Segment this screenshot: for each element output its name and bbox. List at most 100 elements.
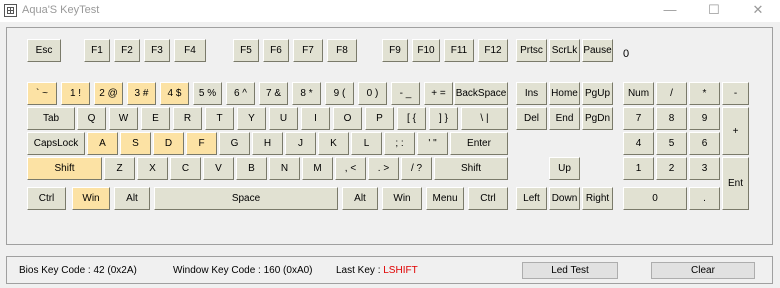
key-7[interactable]: 7 &	[259, 82, 288, 105]
key-num-plus[interactable]: +	[722, 107, 749, 155]
key-lbracket[interactable]: [ {	[397, 107, 426, 130]
key-f2[interactable]: F2	[114, 39, 140, 62]
key-prtsc[interactable]: Prtsc	[516, 39, 547, 62]
key-i[interactable]: I	[301, 107, 330, 130]
key-p[interactable]: P	[365, 107, 394, 130]
led-test-button[interactable]: Led Test	[522, 262, 618, 279]
key-w[interactable]: W	[109, 107, 138, 130]
key-f4[interactable]: F4	[174, 39, 206, 62]
key-2[interactable]: 2 @	[94, 82, 123, 105]
key-q[interactable]: Q	[77, 107, 106, 130]
key-capslock[interactable]: CapsLock	[27, 132, 85, 155]
key-rctrl[interactable]: Ctrl	[468, 187, 508, 210]
key-f8[interactable]: F8	[327, 39, 357, 62]
key-b[interactable]: B	[236, 157, 267, 180]
key-ins[interactable]: Ins	[516, 82, 547, 105]
key-f5[interactable]: F5	[233, 39, 259, 62]
key-quote[interactable]: ' "	[417, 132, 448, 155]
key-num-7[interactable]: 7	[623, 107, 654, 130]
key-g[interactable]: G	[219, 132, 250, 155]
key-t[interactable]: T	[205, 107, 234, 130]
key-num-enter[interactable]: Ent	[722, 157, 749, 210]
key-tab[interactable]: Tab	[27, 107, 75, 130]
key-l[interactable]: L	[351, 132, 382, 155]
key-c[interactable]: C	[170, 157, 201, 180]
key-pgdn[interactable]: PgDn	[582, 107, 613, 130]
key-j[interactable]: J	[285, 132, 316, 155]
key-right[interactable]: Right	[582, 187, 613, 210]
key-9[interactable]: 9 (	[325, 82, 354, 105]
maximize-button[interactable]: ☐	[692, 0, 736, 22]
key-0[interactable]: 0 )	[358, 82, 387, 105]
clear-button[interactable]: Clear	[651, 262, 755, 279]
key-num-minus[interactable]: -	[722, 82, 749, 105]
key-z[interactable]: Z	[104, 157, 135, 180]
key-space[interactable]: Space	[154, 187, 338, 210]
key-8[interactable]: 8 *	[292, 82, 321, 105]
key-enter[interactable]: Enter	[450, 132, 508, 155]
key-a[interactable]: A	[87, 132, 118, 155]
key-f12[interactable]: F12	[478, 39, 508, 62]
key-scrlk[interactable]: ScrLk	[549, 39, 580, 62]
key-r[interactable]: R	[173, 107, 202, 130]
key-num-0[interactable]: 0	[623, 187, 687, 210]
key-home[interactable]: Home	[549, 82, 580, 105]
key-num-decimal[interactable]: .	[689, 187, 720, 210]
key-ralt[interactable]: Alt	[342, 187, 378, 210]
key-u[interactable]: U	[269, 107, 298, 130]
key-num-multiply[interactable]: *	[689, 82, 720, 105]
key-3[interactable]: 3 #	[127, 82, 156, 105]
key-1[interactable]: 1 !	[61, 82, 90, 105]
key-period[interactable]: . >	[368, 157, 399, 180]
key-f6[interactable]: F6	[263, 39, 289, 62]
key-s[interactable]: S	[120, 132, 151, 155]
key-slash[interactable]: / ?	[401, 157, 432, 180]
key-end[interactable]: End	[549, 107, 580, 130]
key-f11[interactable]: F11	[444, 39, 474, 62]
key-num-divide[interactable]: /	[656, 82, 687, 105]
key-y[interactable]: Y	[237, 107, 266, 130]
key-f10[interactable]: F10	[412, 39, 440, 62]
key-rshift[interactable]: Shift	[434, 157, 508, 180]
key-pause[interactable]: Pause	[582, 39, 613, 62]
key-rbracket[interactable]: ] }	[429, 107, 458, 130]
key-esc[interactable]: Esc	[27, 39, 61, 62]
key-m[interactable]: M	[302, 157, 333, 180]
key-backslash[interactable]: \ |	[461, 107, 508, 130]
key-e[interactable]: E	[141, 107, 170, 130]
minimize-button[interactable]: —	[648, 0, 692, 22]
key-f9[interactable]: F9	[382, 39, 408, 62]
key-semicolon[interactable]: ; :	[384, 132, 415, 155]
key-f3[interactable]: F3	[144, 39, 170, 62]
key-comma[interactable]: , <	[335, 157, 366, 180]
key-k[interactable]: K	[318, 132, 349, 155]
key-h[interactable]: H	[252, 132, 283, 155]
key-num-2[interactable]: 2	[656, 157, 687, 180]
key-lshift[interactable]: Shift	[27, 157, 102, 180]
key-5[interactable]: 5 %	[193, 82, 222, 105]
key-left[interactable]: Left	[516, 187, 547, 210]
key-equals[interactable]: + =	[424, 82, 453, 105]
key-rwin[interactable]: Win	[382, 187, 422, 210]
key-menu[interactable]: Menu	[426, 187, 464, 210]
key-n[interactable]: N	[269, 157, 300, 180]
close-button[interactable]: ✕	[736, 0, 780, 22]
key-o[interactable]: O	[333, 107, 362, 130]
key-num-6[interactable]: 6	[689, 132, 720, 155]
key-6[interactable]: 6 ^	[226, 82, 255, 105]
key-x[interactable]: X	[137, 157, 168, 180]
key-lwin[interactable]: Win	[72, 187, 110, 210]
key-num-5[interactable]: 5	[656, 132, 687, 155]
key-f[interactable]: F	[186, 132, 217, 155]
key-pgup[interactable]: PgUp	[582, 82, 613, 105]
key-up[interactable]: Up	[549, 157, 580, 180]
key-num-8[interactable]: 8	[656, 107, 687, 130]
key-del[interactable]: Del	[516, 107, 547, 130]
key-f1[interactable]: F1	[84, 39, 110, 62]
key-backspace[interactable]: BackSpace	[454, 82, 508, 105]
key-numlock[interactable]: Num	[623, 82, 654, 105]
key-num-3[interactable]: 3	[689, 157, 720, 180]
key-num-4[interactable]: 4	[623, 132, 654, 155]
key-down[interactable]: Down	[549, 187, 580, 210]
key-minus[interactable]: - _	[391, 82, 420, 105]
